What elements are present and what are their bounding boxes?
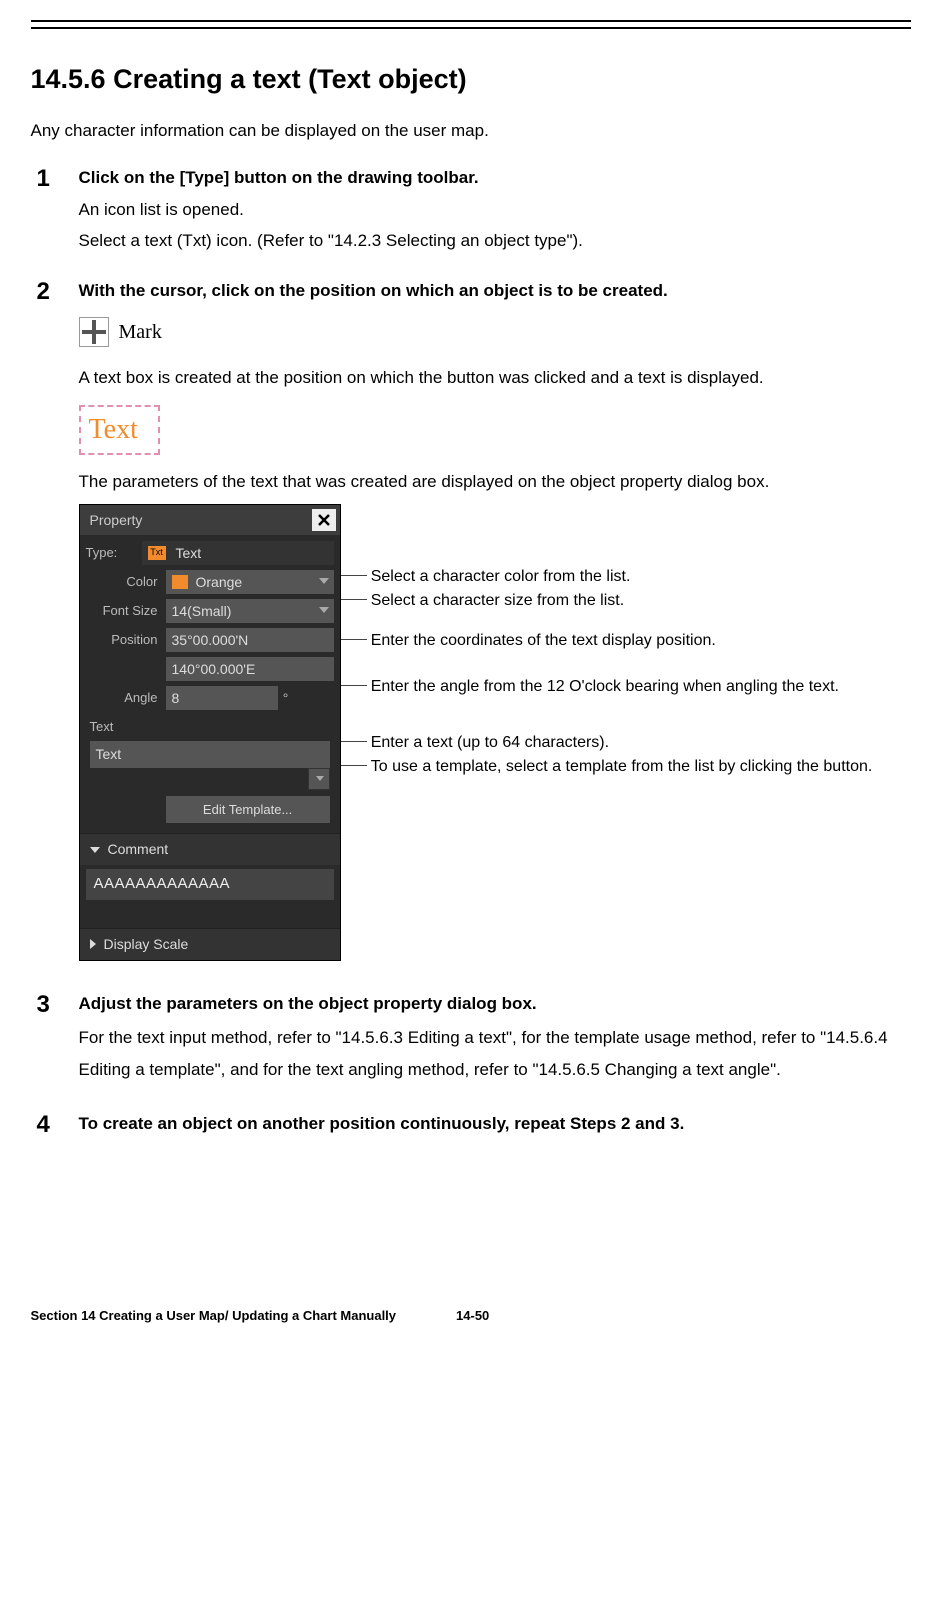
position-lat-row: Position 35°00.000'N [86, 628, 334, 652]
position-lat-input[interactable]: 35°00.000'N [166, 628, 334, 652]
step-title: To create an object on another position … [79, 1111, 911, 1137]
color-row: Color Orange [86, 570, 334, 594]
text-object-label: Text [89, 414, 138, 445]
step-number: 2 [37, 274, 50, 310]
annotation-size: Select a character size from the list. [371, 590, 624, 612]
position-lon-value: 140°00.000'E [172, 659, 256, 680]
step-title: Click on the [Type] button on the drawin… [79, 165, 911, 191]
type-label: Type: [86, 543, 142, 563]
footer-section: Section 14 Creating a User Map/ Updating… [31, 1306, 397, 1326]
dialog-titlebar: Property [80, 505, 340, 535]
position-label: Position [86, 630, 166, 650]
fontsize-row: Font Size 14(Small) [86, 599, 334, 623]
comment-input[interactable]: AAAAAAAAAAAAA [86, 869, 334, 900]
step-number: 3 [37, 987, 50, 1023]
step-title: With the cursor, click on the position o… [79, 278, 911, 304]
intro-text: Any character information can be display… [31, 118, 911, 144]
fontsize-label: Font Size [86, 601, 166, 621]
crosshair-icon [79, 317, 109, 347]
step-title: Adjust the parameters on the object prop… [79, 991, 911, 1017]
angle-input[interactable]: 8 [166, 686, 278, 710]
angle-value: 8 [172, 688, 180, 709]
angle-row: Angle 8 ° [86, 686, 334, 710]
step-body-text: A text box is created at the position on… [79, 365, 911, 391]
step-body-text: For the text input method, refer to "14.… [79, 1022, 911, 1087]
template-dropdown-button[interactable] [308, 768, 330, 790]
close-button[interactable] [312, 509, 336, 531]
chevron-right-icon [90, 939, 96, 949]
page-footer: Section 14 Creating a User Map/ Updating… [31, 1306, 911, 1326]
step-2: 2 With the cursor, click on the position… [31, 278, 911, 961]
angle-unit: ° [278, 688, 294, 709]
annotation-position: Enter the coordinates of the text displa… [371, 630, 716, 652]
annotation-angle: Enter the angle from the 12 O'clock bear… [371, 676, 839, 698]
step-4: 4 To create an object on another positio… [31, 1111, 911, 1137]
annotation-color: Select a character color from the list. [371, 566, 631, 588]
comment-section-toggle[interactable]: Comment [80, 833, 340, 865]
type-row: Type: Txt Text [86, 541, 334, 565]
step-number: 4 [37, 1107, 50, 1143]
edit-template-button[interactable]: Edit Template... [166, 796, 330, 824]
text-section-label: Text [86, 715, 334, 741]
fontsize-value: 14(Small) [172, 601, 232, 622]
footer-page-number: 14-50 [456, 1306, 489, 1326]
text-input[interactable]: Text [90, 741, 330, 768]
display-scale-label: Display Scale [104, 934, 189, 955]
property-dialog: Property Type: Txt Text Color [79, 504, 341, 961]
mark-label: Mark [119, 317, 162, 347]
comment-label: Comment [108, 839, 169, 860]
type-value: Text [176, 543, 202, 564]
txt-icon: Txt [148, 546, 166, 560]
color-dropdown[interactable]: Orange [166, 570, 334, 594]
text-value: Text [96, 746, 122, 762]
fontsize-dropdown[interactable]: 14(Small) [166, 599, 334, 623]
position-lon-input[interactable]: 140°00.000'E [166, 657, 334, 681]
step-body-text: Select a text (Txt) icon. (Refer to "14.… [79, 228, 911, 254]
annotation-template: To use a template, select a template fro… [371, 756, 873, 778]
position-lat-value: 35°00.000'N [172, 630, 249, 651]
text-object-graphic: Text [79, 405, 160, 455]
annotation-text: Enter a text (up to 64 characters). [371, 732, 609, 754]
step-3: 3 Adjust the parameters on the object pr… [31, 991, 911, 1087]
color-swatch-icon [172, 575, 188, 589]
angle-label: Angle [86, 688, 166, 708]
type-field[interactable]: Txt Text [142, 541, 334, 565]
display-scale-section-toggle[interactable]: Display Scale [80, 928, 340, 960]
dialog-title: Property [90, 510, 143, 531]
section-heading: 14.5.6 Creating a text (Text object) [31, 59, 911, 100]
comment-body: AAAAAAAAAAAAA [80, 865, 340, 928]
step-number: 1 [37, 161, 50, 197]
color-label: Color [86, 572, 166, 592]
close-icon [317, 513, 331, 527]
page-top-rule [31, 20, 911, 29]
mark-cursor-graphic: Mark [79, 317, 911, 347]
position-lon-row: 140°00.000'E [86, 657, 334, 681]
chevron-down-icon [90, 847, 100, 853]
color-value: Orange [196, 572, 243, 593]
step-1: 1 Click on the [Type] button on the draw… [31, 165, 911, 254]
step-body-text: An icon list is opened. [79, 197, 911, 223]
step-body-text: The parameters of the text that was crea… [79, 469, 911, 495]
